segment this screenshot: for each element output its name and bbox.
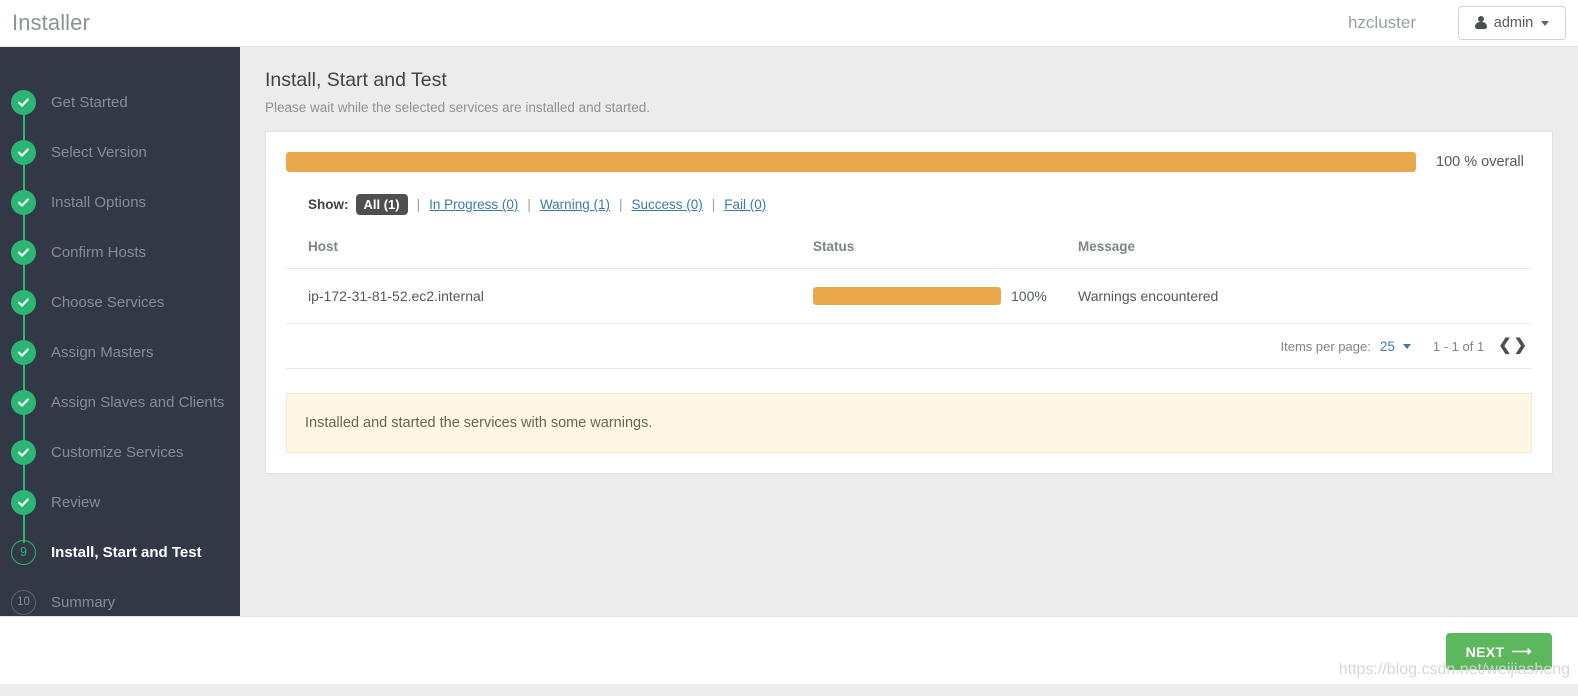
install-panel: 100 % overall Show: All (1) | In Progres… [265,131,1553,474]
sidebar-step-label: Confirm Hosts [51,243,147,261]
step-number-badge: 9 [11,539,36,565]
filter-success[interactable]: Success (0) [631,197,702,212]
sidebar-step-select-version[interactable]: Select Version [0,127,240,193]
overall-progress-row: 100 % overall [286,152,1532,172]
table-body: ip-172-31-81-52.ec2.internal 100% Warnin… [286,268,1532,324]
pagination-range: 1 - 1 of 1 [1432,338,1485,354]
show-label: Show: [308,197,349,212]
admin-menu-label: admin [1493,15,1534,31]
sidebar-step-label: Assign Slaves and Clients [51,393,225,411]
sidebar-step-choose-services[interactable]: Choose Services [0,277,240,343]
sidebar-step-label: Get Started [51,93,128,111]
sidebar-step-assign-slaves-and-clients[interactable]: Assign Slaves and Clients [0,377,240,443]
items-per-page-value[interactable]: 25 [1380,339,1395,354]
check-icon [11,439,36,465]
overall-progress-bar [286,152,1416,172]
chevron-right-icon[interactable]: ❯ [1513,338,1528,354]
sidebar-step-install-options[interactable]: Install Options [0,177,240,243]
check-icon [11,389,36,415]
filter-warning[interactable]: Warning (1) [540,197,610,212]
check-icon [11,339,36,365]
footer-bottom-strip [0,684,1578,696]
sidebar-step-label: Customize Services [51,443,184,461]
page-title: Install, Start and Test [265,69,447,91]
sidebar-step-label: Install, Start and Test [51,543,202,561]
person-icon [1475,16,1488,30]
table-row[interactable]: ip-172-31-81-52.ec2.internal 100% Warnin… [286,268,1532,324]
table-header-row: Host Status Message [286,239,1532,269]
caret-down-icon [1541,20,1550,26]
admin-menu-button[interactable]: admin [1458,6,1566,40]
cell-status: 100% [813,268,1078,324]
chevron-left-icon[interactable]: ❮ [1497,338,1512,354]
check-icon [11,489,36,515]
status-filter-bar: Show: All (1) | In Progress (0) | Warnin… [286,194,1532,215]
chevron-down-icon[interactable] [1402,343,1411,349]
table-head: Host Status Message [286,239,1532,269]
filter-separator: | [416,197,421,212]
filter-fail[interactable]: Fail (0) [724,197,766,212]
sidebar-step-install-start-and-test[interactable]: 9 Install, Start and Test [0,527,240,577]
row-progress-wrapper: 100% [813,287,1078,305]
status-banner-text: Installed and started the services with … [305,415,653,431]
footer-bar: NEXT ⟶ [0,616,1578,684]
column-header-host: Host [286,239,813,269]
check-icon [11,239,36,265]
next-button-label: NEXT [1465,643,1505,660]
column-header-status: Status [813,239,1078,269]
items-per-page-label: Items per page: [1280,338,1371,354]
filter-in-progress[interactable]: In Progress (0) [429,197,518,212]
top-bar-right: hzcluster admin [1348,6,1578,40]
sidebar-step-label: Summary [51,593,116,611]
cluster-name: hzcluster [1347,13,1416,32]
sidebar-step-assign-masters[interactable]: Assign Masters [0,327,240,393]
app-title: Installer [12,10,90,35]
wizard-sidebar: Get Started Select Version Install Optio… [0,47,240,616]
check-icon [11,189,36,215]
check-icon [11,289,36,315]
sidebar-step-customize-services[interactable]: Customize Services [0,427,240,493]
row-progress-bar [813,287,1001,305]
filter-separator: | [527,197,531,212]
sidebar-step-confirm-hosts[interactable]: Confirm Hosts [0,227,240,293]
sidebar-step-get-started[interactable]: Get Started [0,77,240,143]
sidebar-step-label: Install Options [51,193,147,211]
status-banner: Installed and started the services with … [286,393,1532,453]
filter-all[interactable]: All (1) [355,194,408,215]
filter-separator: | [711,197,716,212]
check-icon [11,89,36,115]
column-header-message: Message [1078,239,1532,269]
overall-progress-fill [286,152,1416,172]
main-content: Install, Start and Test Please wait whil… [240,47,1578,616]
sidebar-step-label: Select Version [51,143,147,161]
page-subtitle: Please wait while the selected services … [265,100,650,115]
sidebar-step-label: Review [51,493,101,511]
cell-host: ip-172-31-81-52.ec2.internal [286,268,813,324]
paginator: Items per page: 25 1 - 1 of 1 ❮ ❯ [286,324,1532,369]
row-progress-percent: 100% [1011,288,1047,304]
host-status-table: Host Status Message ip-172-31-81-52.ec2.… [286,239,1532,324]
check-icon [11,139,36,165]
filter-separator: | [618,197,623,212]
sidebar-step-label: Choose Services [51,293,165,311]
overall-progress-label: 100 % overall [1436,154,1524,170]
next-button[interactable]: NEXT ⟶ [1445,633,1552,670]
arrow-right-icon: ⟶ [1511,643,1532,659]
top-bar: Installer hzcluster admin [0,0,1578,47]
cell-message: Warnings encountered [1078,268,1532,324]
sidebar-step-review[interactable]: Review [0,477,240,543]
sidebar-step-label: Assign Masters [51,343,154,361]
row-progress-fill [813,287,1001,305]
step-number-badge: 10 [11,589,36,615]
